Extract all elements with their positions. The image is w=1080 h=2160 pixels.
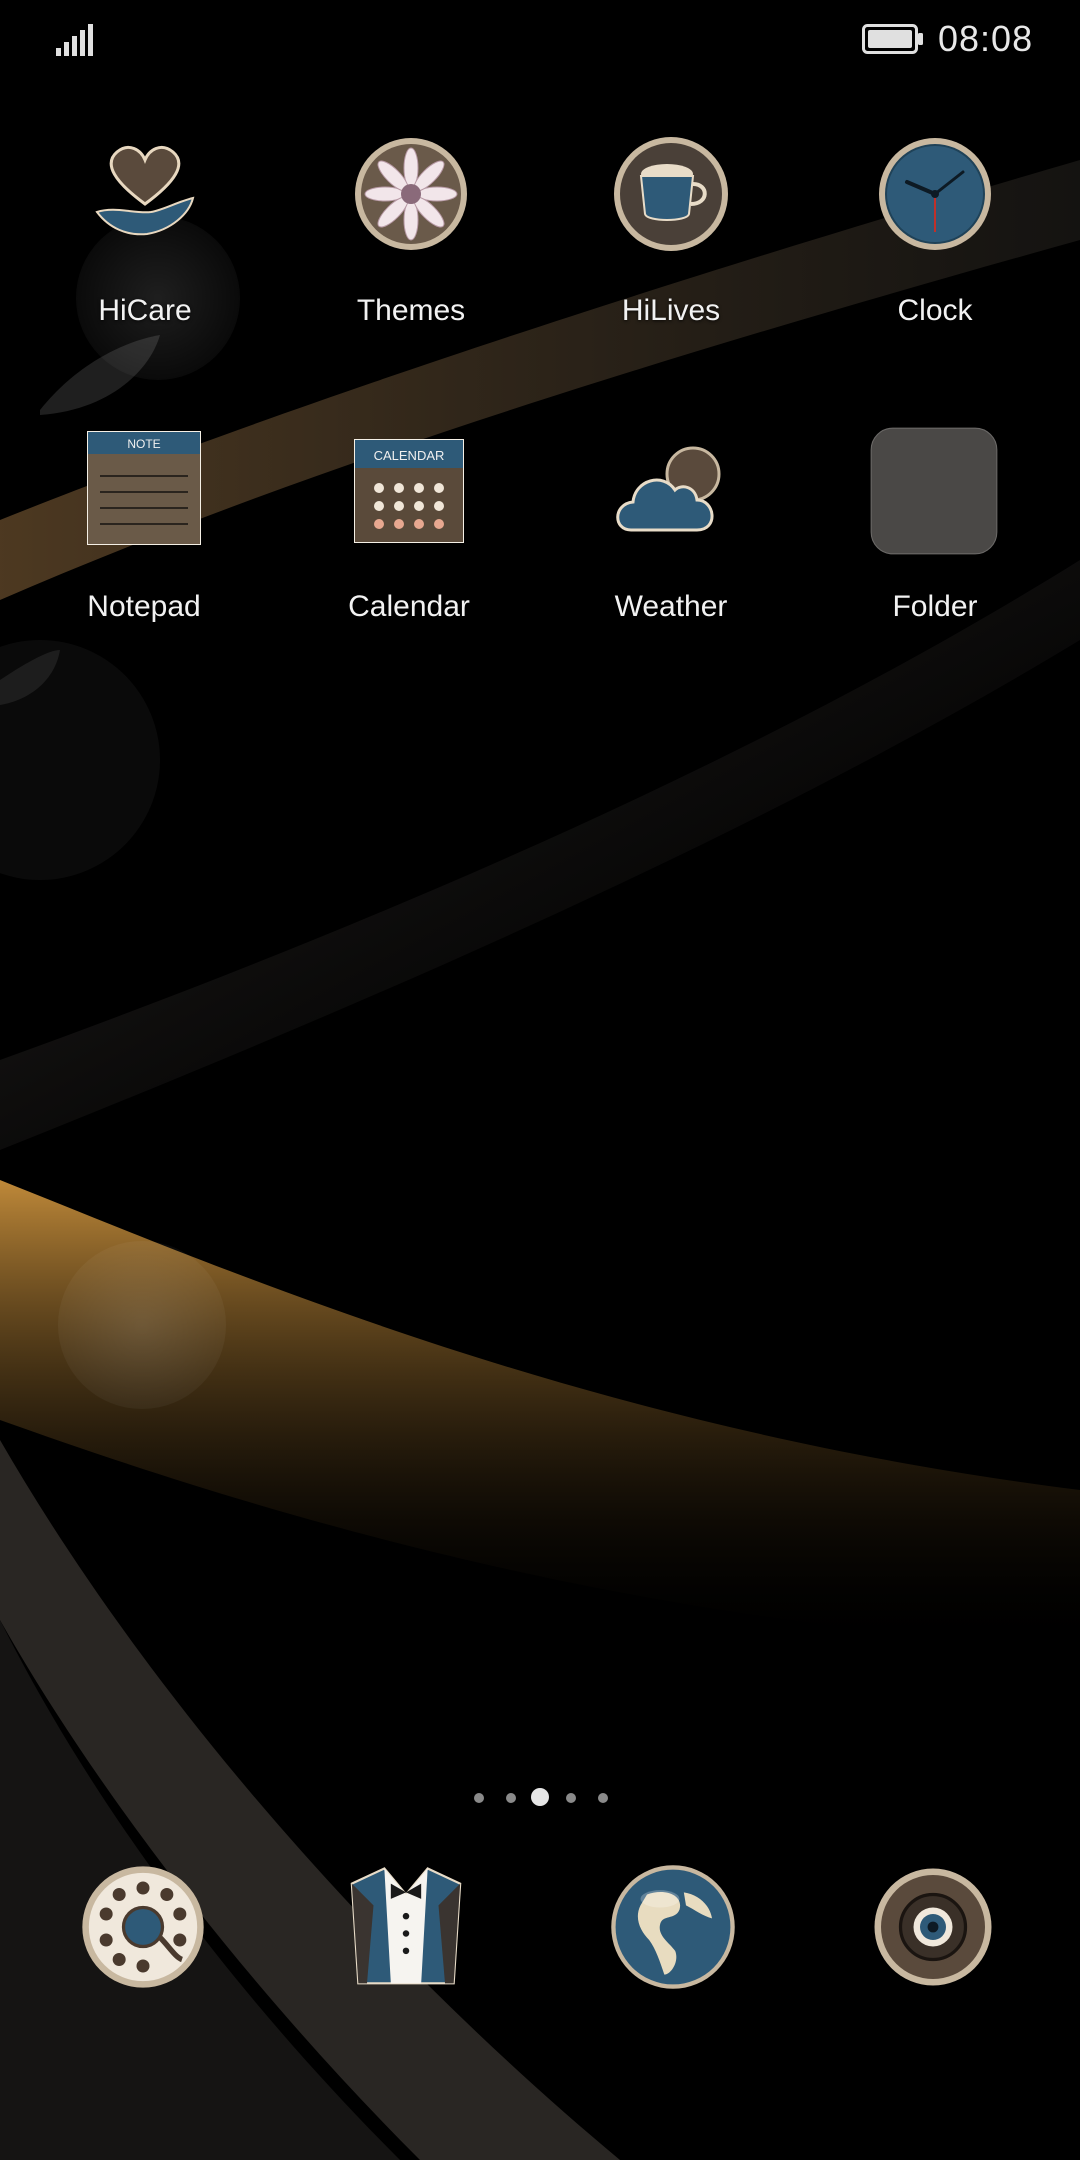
app-clock[interactable]: Clock (815, 134, 1055, 394)
app-label: Folder (892, 590, 978, 623)
notepad-icon-text: NOTE (127, 437, 160, 451)
cloud-moon-icon (616, 446, 721, 532)
page-dot[interactable] (566, 1793, 576, 1803)
calendar-icon-text: CALENDAR (374, 448, 445, 463)
app-label: HiLives (621, 294, 721, 327)
app-label: Notepad (87, 590, 201, 623)
app-weather[interactable]: Weather (551, 430, 791, 690)
app-label: Themes (356, 294, 466, 327)
signal-bars-icon (56, 24, 93, 56)
flower-icon (355, 138, 467, 250)
page-dot-active[interactable] (531, 1788, 549, 1806)
app-notepad[interactable]: NOTE Notepad (24, 430, 264, 690)
dock-tuxedo[interactable] (341, 1862, 471, 1992)
app-label: Weather (614, 590, 728, 623)
camera-icon (874, 1868, 992, 1986)
dock-camera[interactable] (868, 1862, 998, 1992)
battery-full-icon (862, 24, 923, 54)
app-hicare[interactable]: HiCare (25, 134, 265, 394)
app-label: Calendar (348, 590, 470, 623)
app-folder[interactable]: Folder (815, 427, 1055, 690)
app-hilives[interactable]: HiLives (551, 134, 791, 394)
notepad-icon: NOTE (87, 431, 201, 545)
calendar-icon: CALENDAR (354, 439, 464, 543)
folder-icon (870, 427, 998, 555)
rotary-phone-icon (82, 1866, 204, 1988)
dock-phone[interactable] (78, 1862, 208, 1992)
status-time: 08:08 (938, 18, 1034, 59)
page-indicator[interactable] (460, 1784, 620, 1812)
app-label: Clock (897, 294, 973, 327)
page-dot[interactable] (506, 1793, 516, 1803)
status-bar: 08:08 (0, 0, 1080, 80)
app-themes[interactable]: Themes (291, 134, 531, 394)
tuxedo-icon (350, 1867, 462, 1985)
app-calendar[interactable]: CALENDAR Calendar (289, 430, 529, 690)
coffee-cup-icon (614, 137, 728, 251)
dock-browser[interactable] (608, 1862, 738, 1992)
page-dot[interactable] (474, 1793, 484, 1803)
hand-heart-icon (95, 146, 195, 236)
globe-icon (611, 1865, 735, 1989)
app-label: HiCare (98, 294, 192, 327)
page-dot[interactable] (598, 1793, 608, 1803)
clock-icon (879, 138, 991, 250)
